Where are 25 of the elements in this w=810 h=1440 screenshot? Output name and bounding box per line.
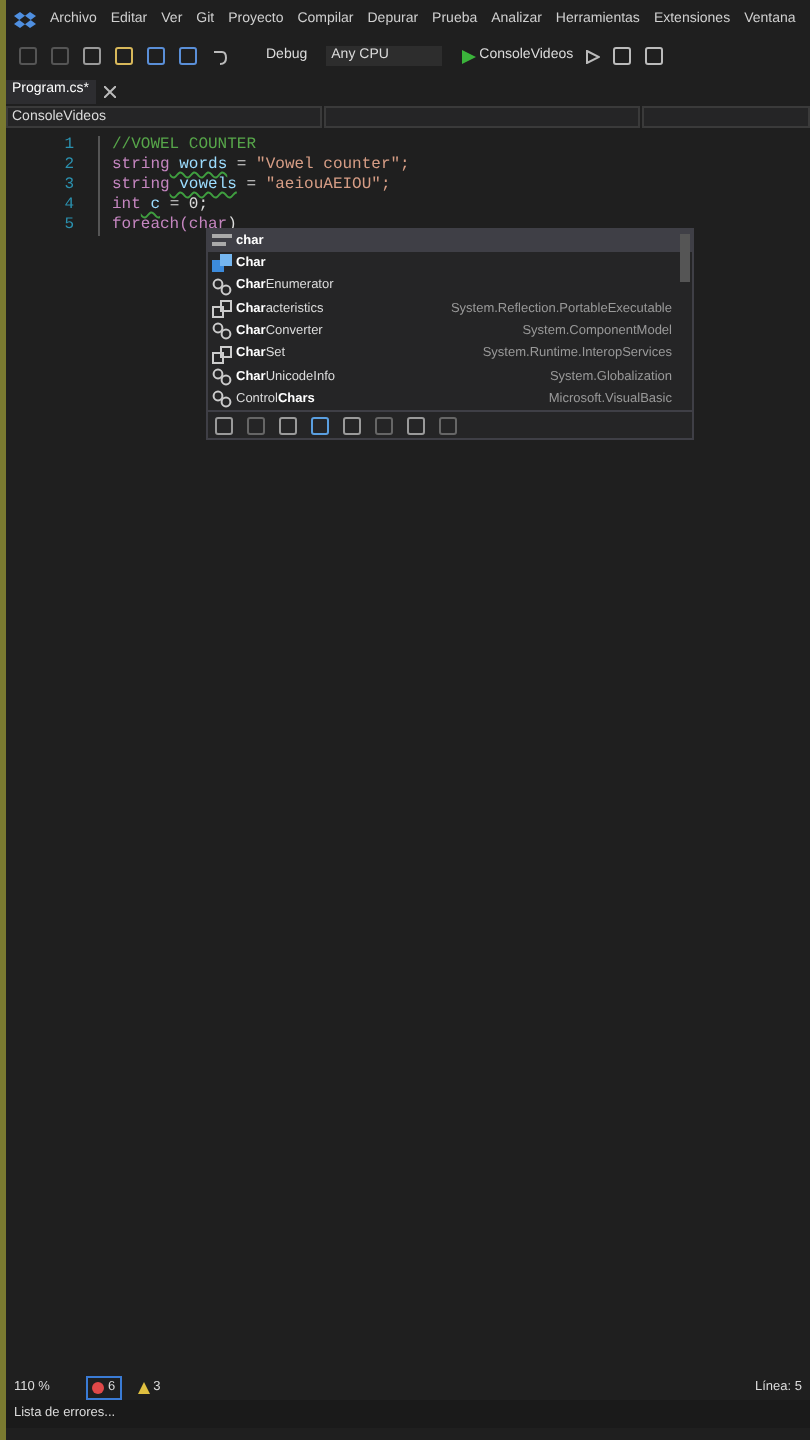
error-icon xyxy=(91,1382,104,1394)
play-outline-icon[interactable] xyxy=(585,49,600,63)
code-line: //VOWEL COUNTER xyxy=(98,136,257,156)
play-icon xyxy=(461,49,476,63)
keyword-icon xyxy=(212,232,232,251)
enum-icon xyxy=(212,345,232,364)
line-number: 4 xyxy=(62,196,76,216)
undo-icon[interactable] xyxy=(210,47,228,65)
class-icon xyxy=(212,367,232,386)
line-number: 1 xyxy=(62,136,76,156)
enum-icon xyxy=(212,300,232,319)
line-number: 2 xyxy=(62,156,76,176)
class-icon xyxy=(212,322,232,341)
warning-icon xyxy=(137,1382,150,1394)
code-line: string vowels = "aeiouAEIOU"; xyxy=(98,176,391,196)
class-icon xyxy=(212,277,232,296)
line-number: 3 xyxy=(62,176,76,196)
code-line: int c = 0; xyxy=(98,196,209,216)
struct-icon xyxy=(212,254,232,273)
app-logo-icon xyxy=(14,10,36,30)
line-number: 5 xyxy=(62,216,76,236)
code-line: string words = "Vowel counter"; xyxy=(98,156,410,176)
close-icon[interactable] xyxy=(103,86,116,98)
class-icon xyxy=(212,390,232,409)
scrollbar xyxy=(680,234,690,282)
